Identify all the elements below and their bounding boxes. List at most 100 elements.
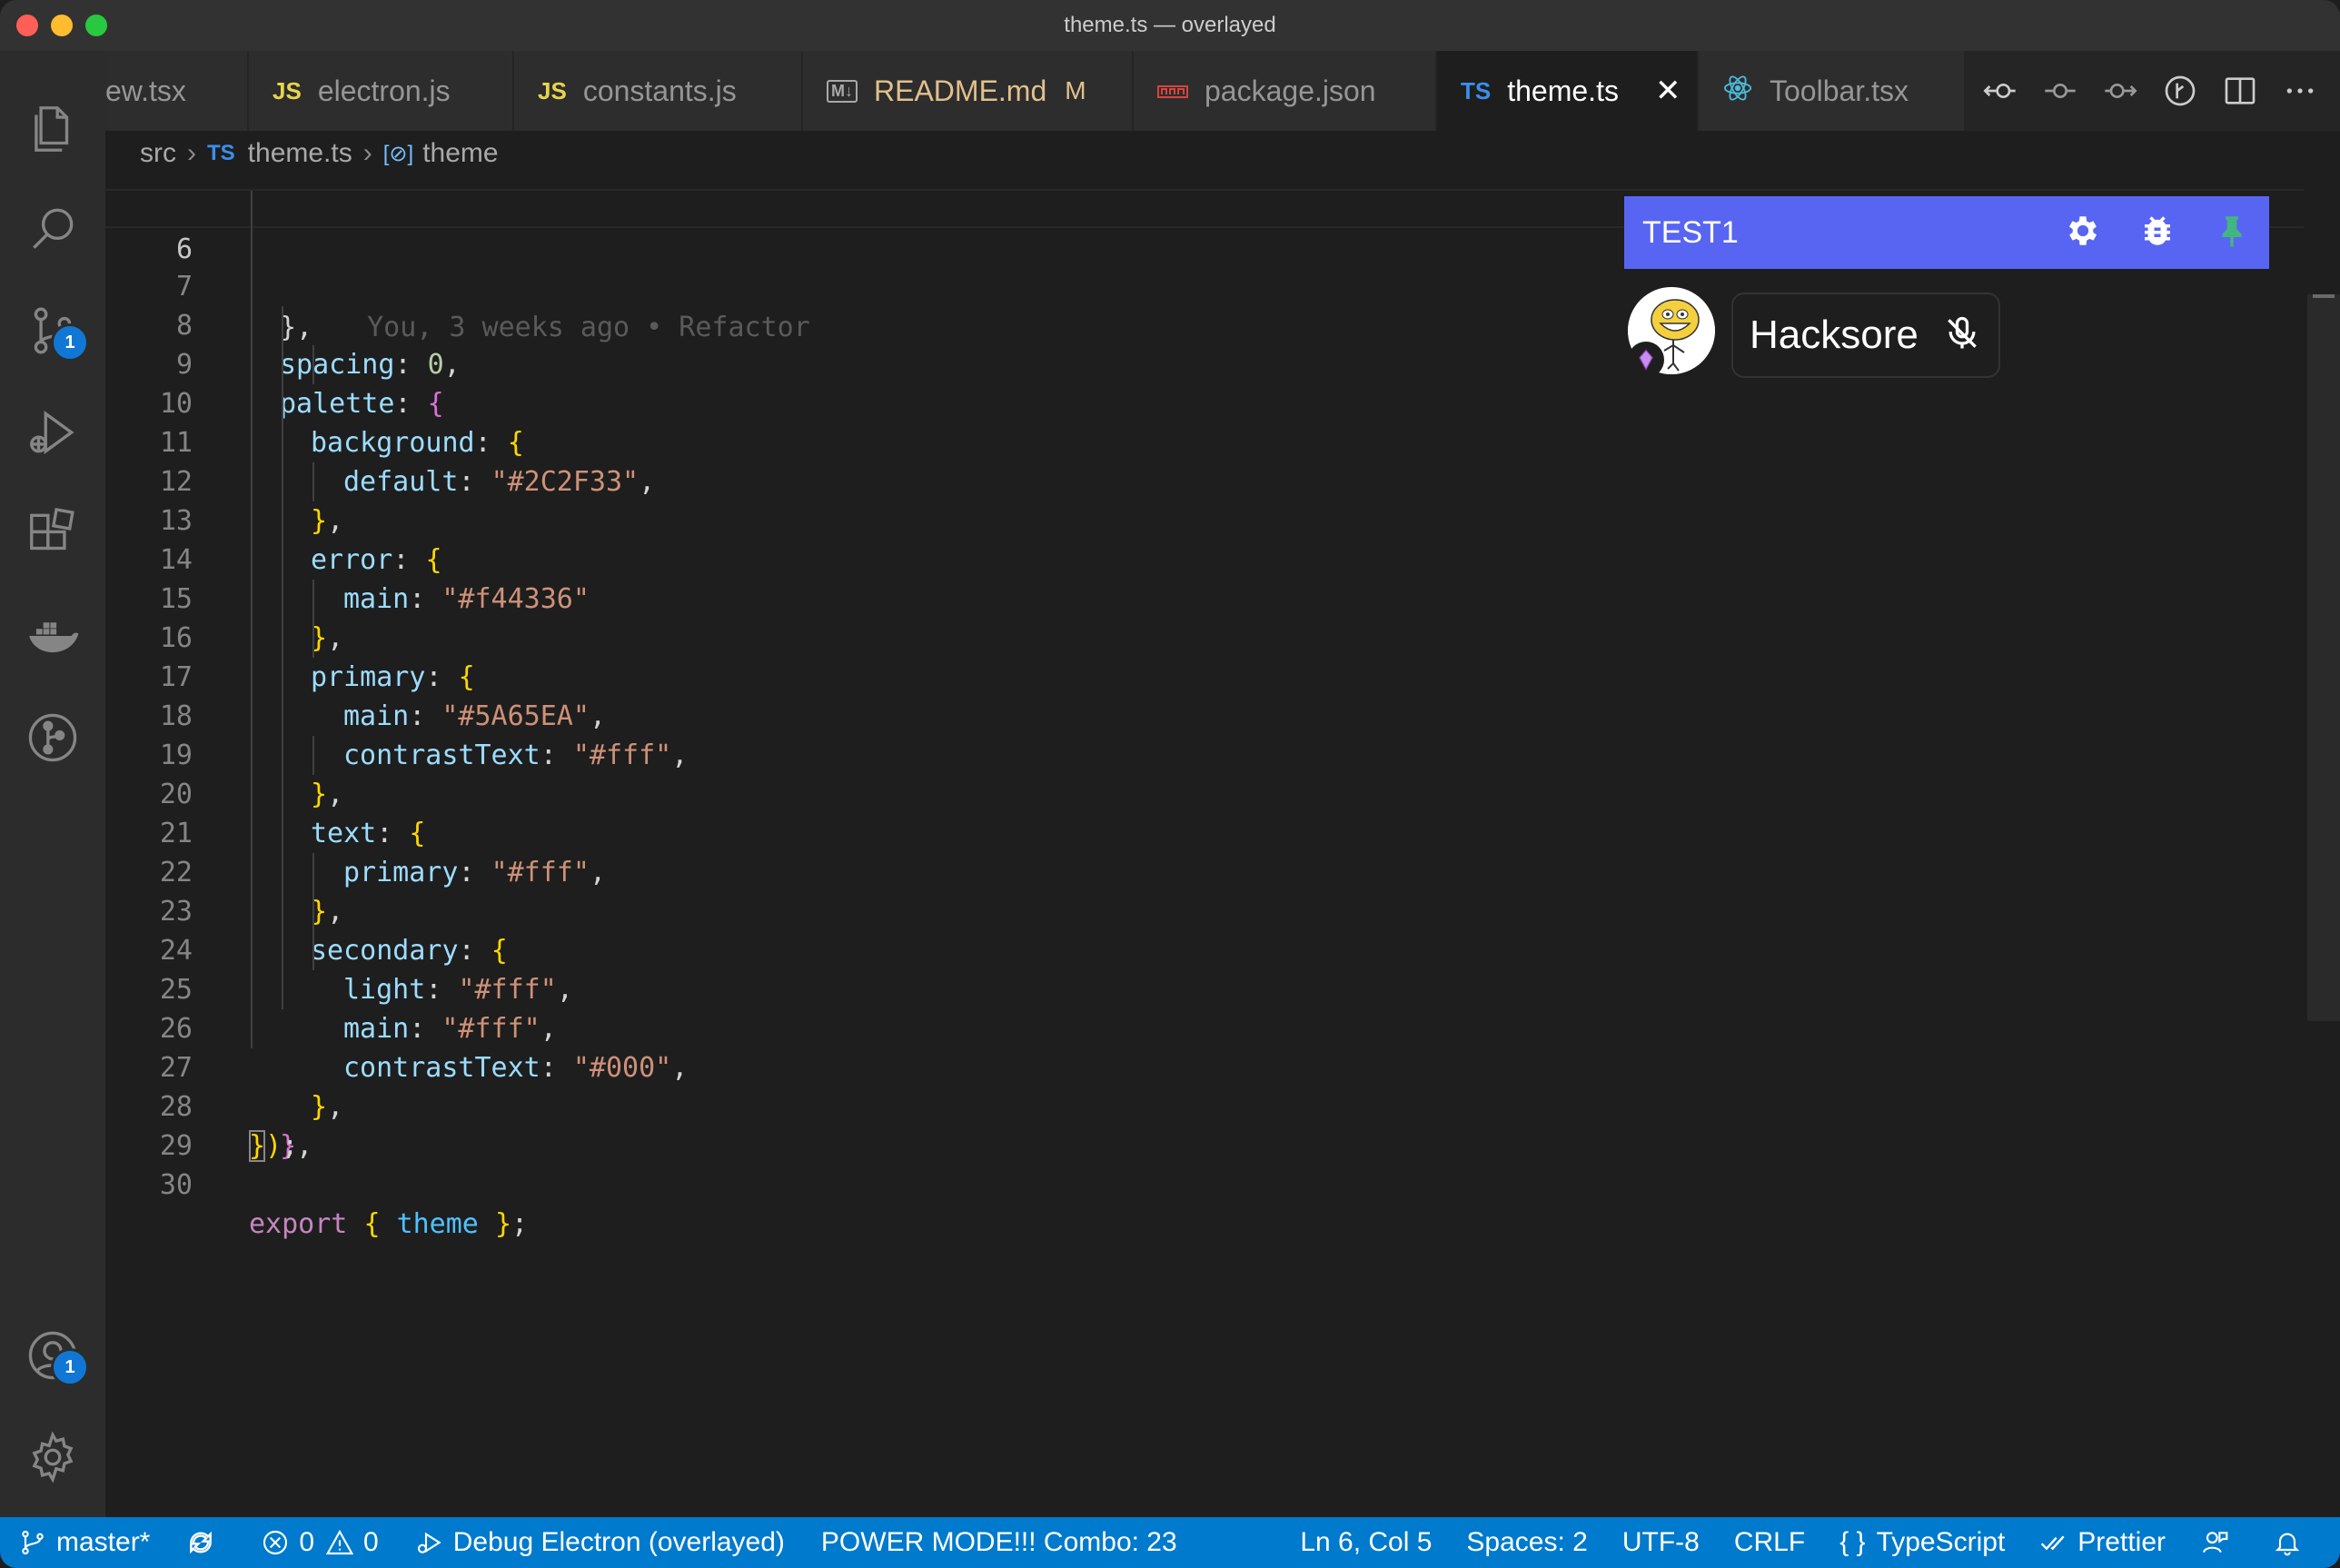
timeline-icon[interactable] [2162,73,2198,109]
tab-label: constants.js [582,74,737,107]
react-icon [1722,73,1753,110]
double-check-icon [2041,1535,2065,1551]
tab-toolbar-tsx[interactable]: Toolbar.tsx [1699,51,1966,131]
problems-status[interactable]: 0 0 [261,1527,379,1558]
cursor-position[interactable]: Ln 6, Col 5 [1300,1527,1432,1558]
search-icon[interactable] [20,196,85,262]
extensions-icon[interactable] [20,501,85,567]
code-token: export [249,1208,348,1240]
close-tab-icon[interactable]: ✕ [1655,73,1681,109]
git-graph-icon[interactable] [20,705,85,770]
typescript-file-icon: TS [207,141,235,165]
minimize-window-button[interactable] [51,15,73,36]
power-mode-text: POWER MODE!!! Combo: 23 [820,1527,1177,1557]
notifications-button[interactable] [2273,1528,2311,1557]
more-actions-icon[interactable] [2282,73,2318,109]
code-line[interactable]: 28 }); [105,1048,2304,1162]
code-line[interactable]: 19 text: { [105,697,2304,849]
run-debug-icon[interactable] [20,400,85,465]
source-control-badge: 1 [51,323,89,362]
source-control-icon[interactable]: 1 [20,298,89,363]
window-controls [16,15,107,36]
tab-label: theme.ts [1507,74,1619,107]
language-text: TypeScript [1876,1527,2006,1557]
modified-indicator: M [1065,76,1086,104]
user-name: Hacksore [1750,313,1919,357]
debug-config: Debug Electron (overlayed) [452,1527,785,1557]
pin-icon[interactable] [2213,212,2251,254]
code-line[interactable]: 25 contrastText: "#000", [105,931,2304,1084]
code-line[interactable]: 18 }, [105,658,2304,810]
voice-overlay: TEST1 Hacksore [1624,196,2269,396]
code-line[interactable]: 15 primary: { [105,541,2304,693]
tab-view-tsx[interactable]: ew.tsx [105,51,249,131]
bell-icon [2275,1533,2300,1556]
code-token: theme [396,1208,479,1240]
error-icon [263,1530,288,1555]
prettier-status[interactable]: Prettier [2039,1527,2166,1558]
javascript-file-icon: JS [273,76,302,104]
manage-gear-icon[interactable] [20,1424,85,1490]
code-line[interactable]: 14 }, [105,501,2304,654]
code-line[interactable]: 26 }, [105,970,2304,1123]
tab-theme-ts[interactable]: TS theme.ts ✕ [1437,51,1699,131]
code-line[interactable]: 12 error: { [105,423,2304,576]
code-line[interactable]: 13 main: "#f44336" [105,462,2304,615]
breadcrumb-file[interactable]: theme.ts [248,138,352,169]
code-line[interactable]: 24 main: "#fff", [105,892,2304,1045]
feedback-button[interactable] [2200,1528,2238,1557]
code-line[interactable]: 23 light: "#fff", [105,853,2304,1006]
tab-label: README.md [874,74,1047,107]
code-line[interactable]: 21 }, [105,775,2304,928]
status-bar: master* 0 0 Debug Electron (overlayed) P… [0,1517,2340,1568]
breadcrumb-folder[interactable]: src [140,138,176,169]
maximize-window-button[interactable] [85,15,107,36]
tab-readme-md[interactable]: M↓ README.md M [803,51,1134,131]
user-name-pill[interactable]: Hacksore [1731,293,2000,378]
code-line[interactable]: 20 primary: "#fff", [105,736,2304,888]
settings-gear-icon[interactable] [2064,212,2102,254]
branch-name: master* [56,1527,151,1557]
tab-package-json[interactable]: package.json [1134,51,1437,131]
split-editor-icon[interactable] [2222,73,2258,109]
code-line[interactable]: 16 main: "#5A65EA", [105,580,2304,732]
tab-label: Toolbar.tsx [1770,74,1909,107]
overlay-header[interactable]: TEST1 [1624,196,2269,269]
language-mode[interactable]: { } TypeScript [1839,1527,2005,1558]
editor-scrollbar[interactable] [2307,294,2340,1021]
npm-json-icon [1157,77,1188,105]
code-line[interactable]: 30 export { theme }; [105,1126,2304,1240]
indentation-text: Spaces: 2 [1466,1527,1588,1557]
breadcrumb-symbol[interactable]: theme [422,138,498,169]
branch-status[interactable]: master* [18,1527,150,1558]
debug-status[interactable]: Debug Electron (overlayed) [415,1527,785,1558]
indentation-status[interactable]: Spaces: 2 [1466,1527,1587,1558]
eol-status[interactable]: CRLF [1734,1527,1805,1558]
sync-button[interactable] [186,1528,224,1557]
scrollbar-thumb[interactable] [2313,294,2335,298]
close-window-button[interactable] [16,15,38,36]
code-line[interactable]: 29 [105,1087,2304,1162]
code-line[interactable]: 27 }, [105,1009,2304,1162]
tab-constants-js[interactable]: JS constants.js [514,51,803,131]
git-branch-icon [22,1530,44,1555]
git-next-change-icon[interactable] [2102,73,2138,109]
eol-text: CRLF [1733,1527,1806,1557]
bug-icon[interactable] [2138,212,2176,254]
accounts-badge: 1 [51,1348,89,1386]
code-line[interactable]: 22 secondary: { [105,814,2304,967]
explorer-icon[interactable] [20,96,85,162]
git-compare-icon[interactable] [1982,73,2018,109]
markdown-file-icon: M↓ [827,79,858,103]
sync-icon [190,1531,213,1554]
encoding-status[interactable]: UTF-8 [1622,1527,1700,1558]
code-line[interactable]: 17 contrastText: "#fff", [105,619,2304,771]
git-commit-icon[interactable] [2042,73,2078,109]
tab-electron-js[interactable]: JS electron.js [249,51,514,131]
debug-icon [417,1532,441,1553]
accounts-icon[interactable]: 1 [20,1323,89,1388]
error-count: 0 [299,1527,315,1557]
docker-icon[interactable] [20,603,85,669]
variable-symbol-icon: [⊘] [382,141,414,166]
nitro-badge-icon [1628,342,1664,378]
